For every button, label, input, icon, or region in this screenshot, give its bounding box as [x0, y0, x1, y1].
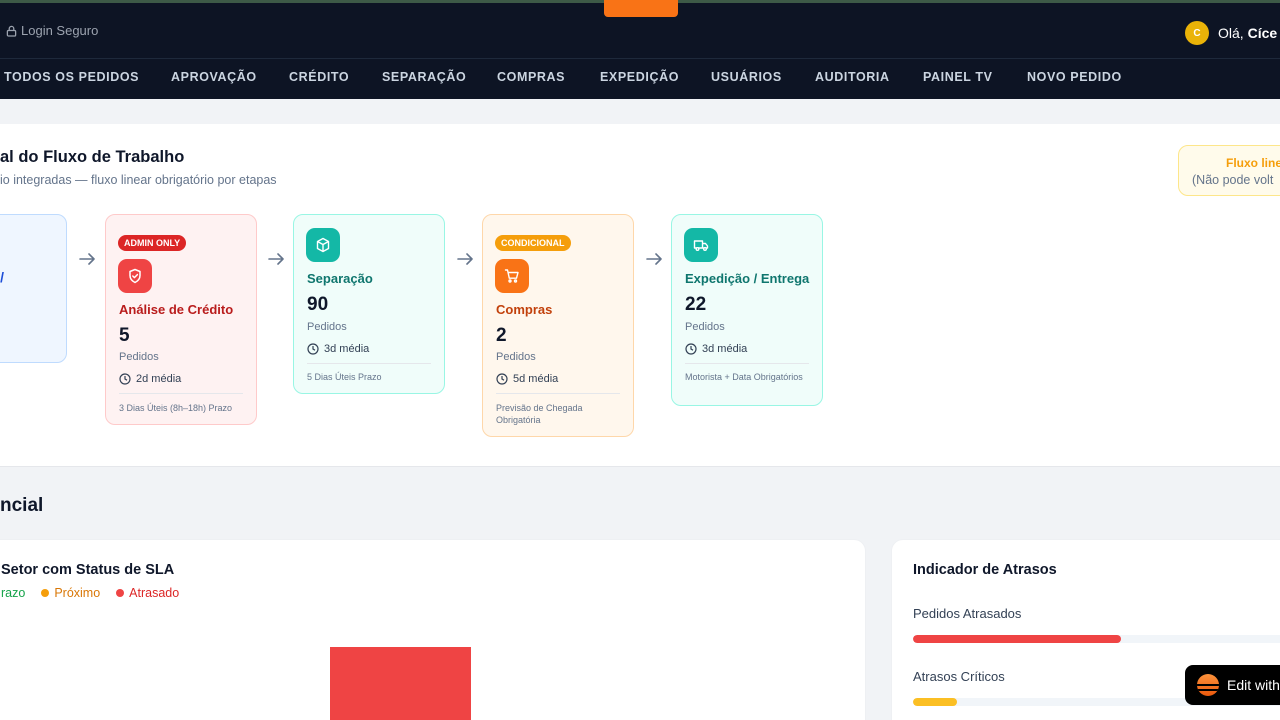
- stage-average: 2d média: [119, 373, 181, 385]
- stage-deadline-note: 5 Dias Úteis Prazo: [307, 372, 382, 382]
- legend-item-atrasado: Atrasado: [116, 586, 179, 600]
- stage-count: 2: [496, 325, 507, 346]
- progress-fill-pedidos-atrasados: [913, 635, 1121, 643]
- stage-unit: Pedidos: [307, 321, 347, 333]
- legend-label: Próximo: [54, 586, 101, 600]
- arrow-right-icon: [457, 253, 473, 265]
- cart-icon: [495, 259, 529, 293]
- stage-average-label: 2d média: [136, 373, 182, 385]
- nav-novo-pedido[interactable]: NOVO PEDIDO: [1027, 70, 1122, 84]
- stage-name: Separação: [307, 271, 373, 286]
- arrow-right-icon: [268, 253, 284, 265]
- top-orange-pill[interactable]: [604, 0, 678, 17]
- legend-swatch: [41, 589, 50, 597]
- stage-count: 90: [307, 294, 329, 315]
- box-icon: [306, 228, 340, 262]
- sla-panel-title: Setor com Status de SLA: [1, 562, 175, 578]
- linear-flow-notice: Fluxo line (Não pode volt: [1178, 145, 1280, 196]
- nav-expedicao[interactable]: EXPEDIÇÃO: [600, 70, 679, 84]
- stage-average: 5d média: [496, 373, 558, 385]
- stage-card-aprovacao[interactable]: /: [0, 214, 67, 363]
- user-menu[interactable]: C Olá, Cíce: [1185, 21, 1277, 45]
- stage-deadline-note: 3 Dias Úteis (8h–18h) Prazo: [119, 403, 233, 413]
- legend-label: razo: [1, 586, 26, 600]
- linear-flow-title: Fluxo line: [1226, 156, 1280, 170]
- stage-name-partial: /: [0, 269, 4, 285]
- divider: [307, 363, 431, 364]
- divider: [496, 393, 620, 394]
- stage-average-label: 3d média: [702, 343, 748, 355]
- top-header: Login Seguro C Olá, Cíce: [0, 0, 1280, 58]
- metric-label-atrasos-criticos: Atrasos Críticos: [913, 669, 1005, 684]
- stage-deadline-note: Motorista + Data Obrigatórios: [685, 372, 803, 382]
- conditional-badge: CONDICIONAL: [495, 235, 571, 251]
- nav-credito[interactable]: CRÉDITO: [289, 70, 349, 84]
- nav-painel-tv[interactable]: PAINEL TV: [923, 70, 993, 84]
- stage-name: Análise de Crédito: [119, 302, 234, 317]
- edit-with-button[interactable]: Edit with: [1185, 665, 1280, 705]
- stage-deadline-note: Previsão de Chegada Obrigatória: [496, 403, 583, 425]
- arrow-right-icon: [646, 253, 662, 265]
- stage-card-compras[interactable]: CONDICIONAL Compras 2 Pedidos 5d média P…: [482, 214, 634, 437]
- arrow-right-icon: [79, 253, 95, 265]
- chart-bar-atrasado[interactable]: [330, 647, 471, 720]
- stage-card-expedicao[interactable]: Expedição / Entrega 22 Pedidos 3d média …: [671, 214, 823, 406]
- stage-card-credito[interactable]: ADMIN ONLY Análise de Crédito 5 Pedidos …: [105, 214, 257, 425]
- workflow-section: al do Fluxo de Trabalho io integradas — …: [0, 124, 1280, 467]
- login-secure-indicator: Login Seguro: [6, 23, 98, 38]
- stage-name: Expedição / Entrega: [685, 271, 810, 286]
- stage-unit: Pedidos: [119, 351, 159, 363]
- user-name: Cíce: [1247, 25, 1278, 41]
- chart-legend: razo Próximo Atrasado: [1, 586, 179, 600]
- nav-compras[interactable]: COMPRAS: [497, 70, 565, 84]
- login-secure-label: Login Seguro: [21, 23, 99, 38]
- main-nav: TODOS OS PEDIDOS APROVAÇÃO CRÉDITO SEPAR…: [0, 58, 1280, 99]
- stage-average-label: 3d média: [324, 343, 370, 355]
- stage-name: Compras: [496, 302, 553, 317]
- avatar[interactable]: C: [1185, 21, 1209, 45]
- progress-track: [913, 635, 1280, 643]
- clock-icon: [119, 373, 131, 385]
- nav-usuarios[interactable]: USUÁRIOS: [711, 70, 782, 84]
- legend-item-proximo: Próximo: [41, 586, 100, 600]
- section-title: ncial: [0, 495, 44, 516]
- stage-card-separacao[interactable]: Separação 90 Pedidos 3d média 5 Dias Úte…: [293, 214, 445, 394]
- nav-separacao[interactable]: SEPARAÇÃO: [382, 70, 466, 84]
- progress-fill-atrasos-criticos: [913, 698, 957, 706]
- delay-panel-title: Indicador de Atrasos: [913, 562, 1057, 578]
- metric-label-pedidos-atrasados: Pedidos Atrasados: [913, 606, 1022, 621]
- greeting-text: Olá,: [1218, 25, 1244, 41]
- shield-icon: [118, 259, 152, 293]
- stage-count: 5: [119, 325, 130, 346]
- workflow-title: al do Fluxo de Trabalho: [0, 148, 185, 166]
- sla-status-panel: Setor com Status de SLA razo Próximo Atr…: [0, 539, 866, 720]
- legend-swatch: [116, 589, 125, 597]
- clock-icon: [307, 343, 319, 355]
- nav-auditoria[interactable]: AUDITORIA: [815, 70, 890, 84]
- clock-icon: [496, 373, 508, 385]
- edit-with-label: Edit with: [1227, 677, 1280, 693]
- nav-aprovacao[interactable]: APROVAÇÃO: [171, 70, 257, 84]
- divider: [119, 393, 243, 394]
- stage-count: 22: [685, 294, 707, 315]
- lock-icon: [6, 25, 17, 37]
- legend-label: Atrasado: [129, 586, 180, 600]
- stage-average: 3d média: [307, 343, 369, 355]
- stage-average-label: 5d média: [513, 373, 559, 385]
- clock-icon: [685, 343, 697, 355]
- divider: [685, 363, 809, 364]
- workflow-subtitle: io integradas — fluxo linear obrigatório…: [0, 173, 277, 187]
- admin-only-badge: ADMIN ONLY: [118, 235, 187, 251]
- nav-todos-os-pedidos[interactable]: TODOS OS PEDIDOS: [4, 70, 139, 84]
- stage-unit: Pedidos: [496, 351, 536, 363]
- edit-logo-icon: [1197, 674, 1219, 696]
- linear-flow-subtitle: (Não pode volt: [1192, 173, 1274, 187]
- truck-icon: [684, 228, 718, 262]
- stage-average: 3d média: [685, 343, 747, 355]
- stage-unit: Pedidos: [685, 321, 725, 333]
- legend-item-prazo: razo: [1, 586, 25, 600]
